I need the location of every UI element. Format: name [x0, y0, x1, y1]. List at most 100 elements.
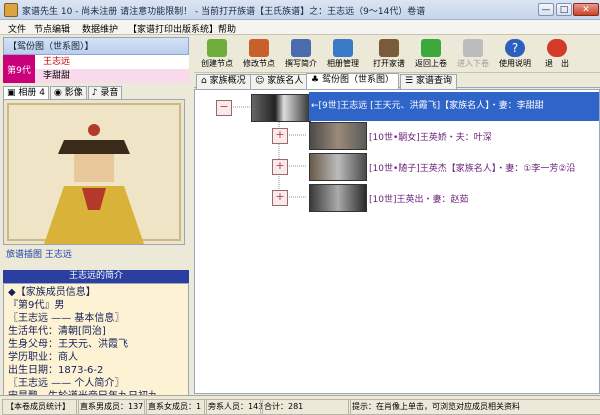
bio-text: ◆【家族成员信息】 『第9代』男 〖王志远 —— 基本信息〗 生活年代：清朝[同… — [3, 283, 189, 413]
camera-icon — [333, 39, 353, 57]
open-genealogy-label: 打开家谱 — [373, 59, 405, 68]
status-direct-female: 直系女成员：1 — [144, 399, 207, 415]
people-icon: ☺ — [255, 76, 268, 86]
tab-family-overview[interactable]: ⌂ 家族概况 — [196, 74, 251, 89]
collapse-node-button[interactable]: − — [216, 100, 232, 116]
album-manage-label: 相册管理 — [327, 59, 359, 68]
expand-node-button[interactable]: + — [272, 128, 288, 144]
generation-names: 王志远 李甜甜 — [35, 55, 189, 83]
status-bar: 【本卷成员统计】 直系男成员：137 直系女成员：1 旁系人员：143 合计：2… — [0, 395, 600, 415]
album-manage-button[interactable]: 相册管理 — [324, 39, 362, 73]
open-book-icon — [379, 39, 399, 57]
help-label: 使用说明 — [499, 59, 531, 68]
lineage-tree: − ←[9世]王志远 [王天元、洪霞飞]【家族名人】・妻：李甜甜 + [10世•… — [194, 89, 600, 394]
tab-label: 家谱查询 — [415, 76, 452, 86]
tab-video[interactable]: ◉ 影像 — [49, 86, 87, 99]
child-portrait[interactable] — [309, 153, 367, 181]
person-name[interactable]: 王志远 — [35, 55, 189, 69]
create-node-label: 创建节点 — [201, 59, 233, 68]
back-volume-button[interactable]: 返回上卷 — [412, 39, 450, 73]
tab-lineage-chart[interactable]: ♣ 鸳份图（世系图） — [306, 73, 399, 90]
tab-audio-label: 录音 — [100, 88, 119, 98]
menu-help[interactable]: 帮助 — [218, 22, 236, 35]
status-collateral: 旁系人员：143 — [204, 399, 263, 415]
tab-family-celebrities[interactable]: ☺ 家族名人 — [250, 74, 309, 89]
tab-label: 家族名人 — [267, 76, 304, 86]
root-portrait[interactable] — [251, 94, 311, 122]
bio-line: 生活年代：清朝[同治] — [8, 326, 106, 337]
portrait-photo[interactable] — [3, 99, 185, 245]
write-intro-label: 撰写简介 — [285, 59, 317, 68]
expand-node-button[interactable]: + — [272, 190, 288, 206]
forward-arrow-icon — [463, 39, 483, 57]
menu-file[interactable]: 文件 — [8, 22, 26, 35]
window-title: 家谱先生 10 - 尚未注册 请注意功能限制！ - 当前打开族谱【王氏族谱】之：… — [22, 7, 426, 17]
next-volume-label: 进入下卷 — [457, 59, 489, 68]
toolbar: 创建节点 修改节点 撰写简介 相册管理 打开家谱 返回上卷 进入下卷 ? 使用说明… — [194, 37, 600, 73]
edit-node-label: 修改节点 — [243, 59, 275, 68]
media-tabs: ▣ 相册 4 ◉ 影像 ♪ 录音 — [3, 86, 189, 99]
panel-header: 【鸳份图（世系图）】 — [3, 37, 189, 55]
child-node-label[interactable]: [10世]王英出・妻：赵茹 — [369, 192, 468, 205]
root-node-label[interactable]: ←[9世]王志远 [王天元、洪霞飞]【家族名人】・妻：李甜甜 — [309, 92, 599, 121]
menu-print-system[interactable]: 【家谱打印出版系统】 — [128, 22, 218, 35]
left-panel: 【鸳份图（世系图）】 第9代 王志远 李甜甜 ▣ 相册 4 ◉ 影像 ♪ 录音 … — [3, 37, 189, 413]
bio-line: 生身父母：王天元、洪霞飞 — [8, 339, 128, 350]
maximize-button[interactable]: □ — [556, 3, 572, 16]
tab-video-label: 影像 — [64, 88, 83, 98]
generation-row[interactable]: 第9代 王志远 李甜甜 — [3, 55, 189, 83]
bio-line: 〖王志远 —— 个人简介〗 — [8, 378, 125, 389]
minimize-button[interactable]: — — [538, 3, 554, 16]
open-genealogy-button[interactable]: 打开家谱 — [370, 39, 408, 73]
bio-line: 学历职业：商人 — [8, 352, 78, 363]
status-total: 合计：281 — [260, 399, 351, 415]
close-button[interactable]: ✕ — [573, 3, 599, 16]
child-node-label[interactable]: [10世•嗣女]王英娇・夫：叶深 — [369, 130, 492, 143]
main-tabs: ⌂ 家族概况 ☺ 家族名人 ♣ 鸳份图（世系图） ☰ 家谱查询 — [194, 73, 600, 90]
app-icon — [4, 3, 18, 17]
title-bar: 家谱先生 10 - 尚未注册 请注意功能限制！ - 当前打开族谱【王氏族谱】之：… — [0, 0, 600, 20]
help-icon: ? — [505, 39, 525, 57]
menu-data-maintenance[interactable]: 数据维护 — [82, 22, 118, 35]
tab-album[interactable]: ▣ 相册 4 — [3, 86, 49, 99]
bio-line: 〖王志远 —— 基本信息〗 — [8, 313, 125, 324]
back-volume-label: 返回上卷 — [415, 59, 447, 68]
bio-line: 出生日期：1873-6-2 — [8, 365, 104, 376]
create-node-button[interactable]: 创建节点 — [198, 39, 236, 73]
tree-icon: ♣ — [311, 75, 322, 85]
menu-node-edit[interactable]: 节点编辑 — [34, 22, 70, 35]
write-intro-button[interactable]: 撰写简介 — [282, 39, 320, 73]
bio-title: 王志远的简介 — [3, 270, 189, 283]
tab-audio[interactable]: ♪ 录音 — [87, 86, 123, 99]
generation-label: 第9代 — [3, 55, 35, 83]
status-direct-male: 直系男成员：137 — [76, 399, 147, 415]
child-portrait[interactable] — [309, 122, 367, 150]
write-intro-icon — [291, 39, 311, 57]
next-volume-button[interactable]: 进入下卷 — [454, 39, 492, 73]
edit-node-icon — [249, 39, 269, 57]
spouse-name[interactable]: 李甜甜 — [35, 69, 189, 83]
album-icon: ▣ — [7, 88, 19, 98]
back-arrow-icon — [421, 39, 441, 57]
exit-label: 退 出 — [545, 59, 569, 68]
edit-node-button[interactable]: 修改节点 — [240, 39, 278, 73]
query-icon: ☰ — [405, 76, 416, 86]
expand-node-button[interactable]: + — [272, 159, 288, 175]
home-icon: ⌂ — [201, 76, 210, 86]
bio-line: 『第9代』男 — [8, 300, 65, 311]
create-node-icon — [207, 39, 227, 57]
photo-caption: 旅谱插图 王志远 — [6, 250, 72, 260]
status-hint: 提示：在肖像上单击，可浏览对应成员相关资料 — [348, 399, 600, 415]
child-node-label[interactable]: [10世•随子]王英杰【家族名人】・妻：①李一芳②沿 — [369, 161, 575, 174]
help-button[interactable]: ? 使用说明 — [496, 39, 534, 73]
exit-button[interactable]: 退 出 — [538, 39, 576, 73]
child-portrait[interactable] — [309, 184, 367, 212]
exit-icon — [547, 39, 567, 57]
tab-label: 鸳份图（世系图） — [321, 75, 394, 85]
status-section: 【本卷成员统计】 — [2, 399, 79, 415]
portrait-image — [4, 100, 184, 244]
tab-genealogy-query[interactable]: ☰ 家谱查询 — [400, 74, 457, 89]
bio-line: ◆【家族成员信息】 — [8, 287, 96, 298]
tab-album-label: 相册 4 — [18, 88, 45, 98]
video-icon: ◉ — [53, 88, 65, 98]
